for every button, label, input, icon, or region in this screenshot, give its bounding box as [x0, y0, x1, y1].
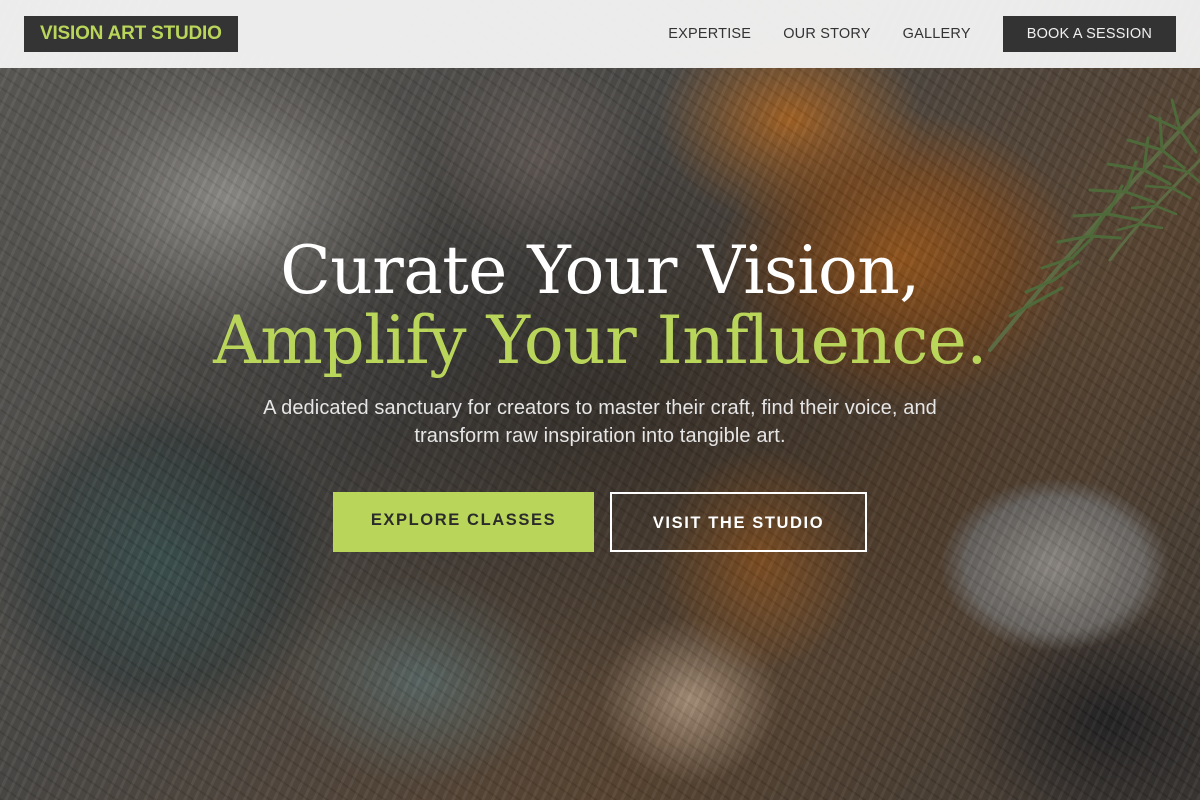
- hero-subtitle: A dedicated sanctuary for creators to ma…: [263, 397, 937, 447]
- landing-page: VISION ART STUDIO EXPERTISE OUR STORY GA…: [0, 0, 1200, 800]
- nav-link-gallery[interactable]: GALLERY: [903, 26, 971, 42]
- book-session-button[interactable]: BOOK A SESSION: [1002, 16, 1176, 52]
- hero-headline: Curate Your Vision, Amplify Your Influen…: [0, 236, 1200, 376]
- nav-link-our-story[interactable]: OUR STORY: [783, 26, 870, 42]
- hero-headline-line1: Curate Your Vision,: [280, 232, 920, 309]
- main-nav: EXPERTISE OUR STORY GALLERY BOOK A SESSI…: [668, 16, 1176, 52]
- site-logo[interactable]: VISION ART STUDIO: [24, 16, 238, 52]
- visit-studio-button[interactable]: VISIT THE STUDIO: [610, 492, 867, 552]
- explore-classes-button[interactable]: EXPLORE CLASSES: [333, 492, 594, 552]
- hero-section: Curate Your Vision, Amplify Your Influen…: [0, 236, 1200, 552]
- hero-cta-row: EXPLORE CLASSES VISIT THE STUDIO: [0, 492, 1200, 552]
- nav-link-expertise[interactable]: EXPERTISE: [668, 26, 751, 42]
- site-header: VISION ART STUDIO EXPERTISE OUR STORY GA…: [0, 0, 1200, 68]
- hero-headline-line2: Amplify Your Influence.: [213, 302, 987, 379]
